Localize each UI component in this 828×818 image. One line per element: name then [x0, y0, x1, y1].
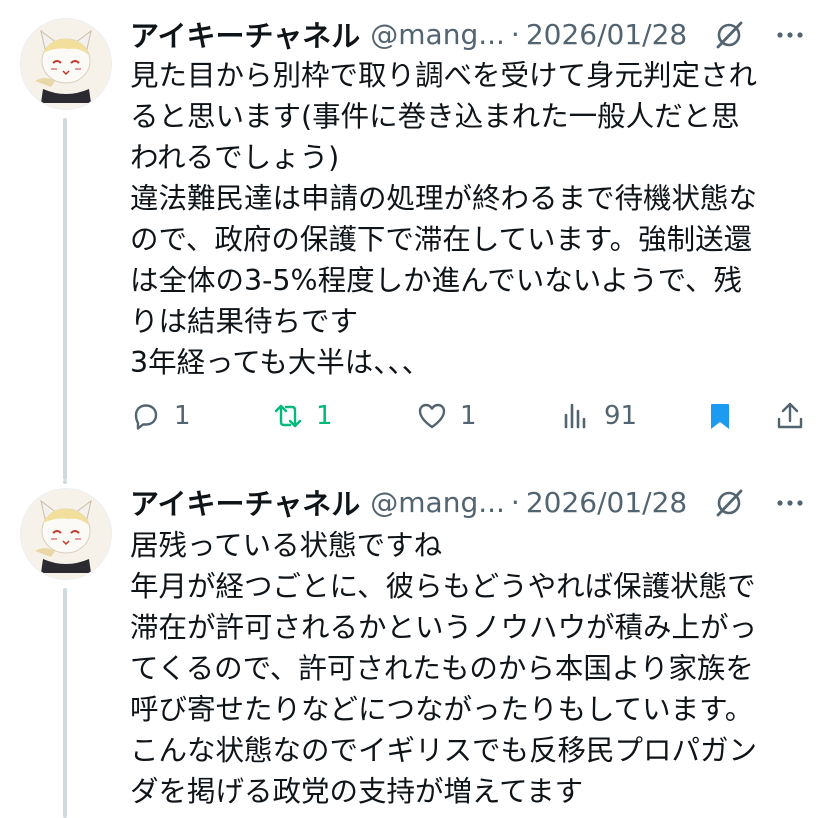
tweet-1[interactable]: アイキーチャネル @mang... · 2026/01/28 見た目から別枠で取…: [0, 0, 828, 480]
text-line: 違法難民達は申請の処理が終わるまで待機状態な: [130, 182, 758, 215]
bookmark-icon: [711, 404, 729, 429]
repost-count: 1: [316, 401, 333, 431]
text-line: 滞在が許可されるかというノウハウが積み上がっ: [130, 611, 758, 644]
text-line: ので、政府の保護下で滞在しています。強制送還: [130, 223, 753, 256]
separator-dot: ·: [510, 485, 520, 519]
timestamp[interactable]: 2026/01/28: [526, 486, 687, 519]
grok-slash-icon[interactable]: [712, 486, 746, 520]
reply-count: 1: [174, 401, 191, 431]
text-line: こんな状態なのでイギリスでも反移民プロパガン: [130, 734, 758, 767]
views-button[interactable]: 91: [560, 394, 637, 438]
cat-avatar-icon: [21, 489, 111, 579]
avatar[interactable]: [20, 18, 112, 110]
text-line: われるでしょう): [130, 141, 340, 174]
like-count: 1: [460, 401, 477, 431]
separator-dot: ·: [510, 17, 520, 51]
text-line: ると思います(事件に巻き込まれた一般人だと思: [130, 100, 740, 133]
more-icon[interactable]: [772, 486, 808, 520]
like-icon: [418, 403, 446, 429]
thread-line: [63, 118, 67, 480]
tweet-2[interactable]: アイキーチャネル @mang... · 2026/01/28 居残っている状態で…: [0, 480, 828, 818]
tweet-text: 見た目から別枠で取り調べを受けて身元判定され ると思います(事件に巻き込まれた一…: [130, 55, 810, 383]
handle[interactable]: @mang...: [370, 486, 505, 519]
avatar[interactable]: [20, 488, 112, 580]
text-line: てくるので、許可されたものから本国より家族を: [130, 652, 754, 685]
bookmark-button[interactable]: [704, 394, 736, 438]
repost-icon: [274, 404, 302, 428]
thread-line: [63, 480, 67, 484]
text-line: 居残っている状態ですね: [130, 529, 443, 562]
share-icon: [777, 402, 803, 429]
display-name[interactable]: アイキーチャネル: [130, 13, 360, 55]
views-count: 91: [604, 401, 638, 431]
action-bar: 1 1 1 91: [130, 394, 810, 438]
share-button[interactable]: [774, 394, 806, 438]
text-line: 見た目から別枠で取り調べを受けて身元判定され: [130, 59, 758, 92]
more-icon[interactable]: [772, 18, 808, 52]
like-button[interactable]: 1: [416, 394, 477, 438]
reply-icon: [134, 404, 158, 430]
text-line: 3年経っても大半は、、、: [130, 346, 431, 379]
text-line: は全体の3-5%程度しか進んでいないようで、残: [130, 264, 742, 297]
tweet-text: 居残っている状態ですね 年月が経つごとに、彼らもどうやれば保護状態で 滞在が許可…: [130, 525, 810, 812]
views-icon: [564, 403, 586, 429]
cat-avatar-icon: [21, 19, 111, 109]
handle[interactable]: @mang...: [370, 18, 505, 51]
repost-button[interactable]: 1: [272, 394, 333, 438]
timestamp[interactable]: 2026/01/28: [526, 18, 687, 51]
text-line: 年月が経つごとに、彼らもどうやれば保護状態で: [130, 570, 756, 603]
text-line: ダを掲げる政党の支持が増えてます: [130, 775, 584, 808]
reply-button[interactable]: 1: [130, 394, 191, 438]
grok-slash-icon[interactable]: [712, 18, 746, 52]
display-name[interactable]: アイキーチャネル: [130, 481, 360, 523]
text-line: 呼び寄せたりなどにつながったりもしています。: [130, 693, 754, 726]
thread-line: [63, 588, 67, 818]
text-line: りは結果待ちです: [130, 305, 359, 338]
